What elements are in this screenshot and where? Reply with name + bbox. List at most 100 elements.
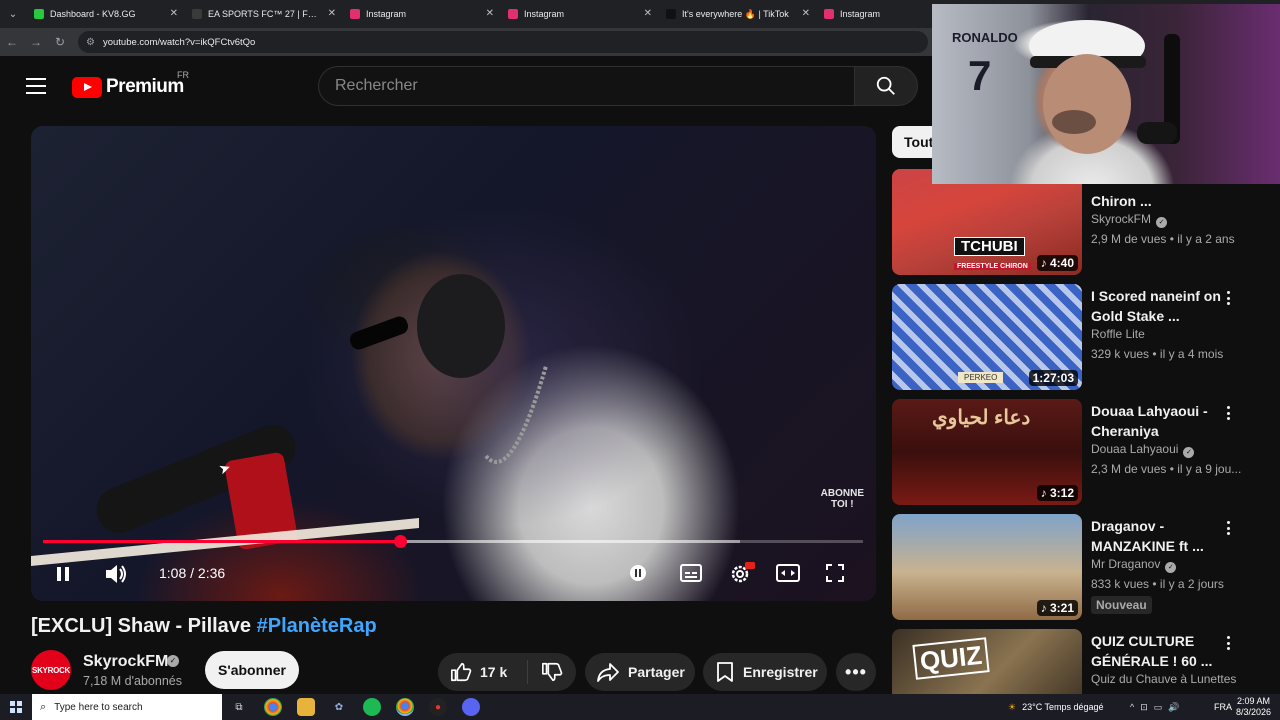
search-button[interactable] <box>854 66 918 106</box>
system-tray-icons[interactable]: ^⊡▭🔊 <box>1130 694 1185 720</box>
like-button[interactable]: 17 k <box>438 660 528 684</box>
tab-close-icon[interactable]: ✕ <box>170 8 178 19</box>
spotify-icon[interactable] <box>363 698 381 716</box>
task-view-icon[interactable]: ⧉ <box>230 698 248 716</box>
browser-tab[interactable]: Dashboard - KV8.GG ✕ <box>26 0 184 28</box>
tab-close-icon[interactable]: ✕ <box>486 8 494 19</box>
recommendation-item[interactable]: ♪ 3:21 Draganov - MANZAKINE ft ... Mr Drag… <box>892 514 1272 622</box>
recommendation-title[interactable]: Draganov - MANZAKINE ft ... <box>1091 516 1225 556</box>
recommendation-title[interactable]: Chiron ... <box>1091 191 1225 211</box>
recommendation-channel[interactable]: Roffle Lite <box>1091 327 1145 341</box>
chrome-active-icon[interactable] <box>396 698 414 716</box>
tab-close-icon[interactable]: ✕ <box>802 8 810 19</box>
recommendation-channel[interactable]: SkyrockFM ✓ <box>1091 212 1167 228</box>
share-button[interactable]: Partager <box>585 653 695 691</box>
language-indicator[interactable]: FRA <box>1214 694 1232 720</box>
recommendation-meta: 2,9 M de vues • il y a 2 ans <box>1091 232 1235 246</box>
youtube-play-icon <box>72 76 102 98</box>
site-info-icon[interactable]: ⚙ <box>86 37 95 48</box>
duration-badge: 1:27:03 <box>1028 370 1078 386</box>
webcam-mic-head-shape <box>1137 122 1177 144</box>
file-explorer-icon[interactable] <box>297 698 315 716</box>
discord-icon[interactable] <box>462 698 480 716</box>
tab-search-menu-icon[interactable]: ⌄ <box>0 0 26 28</box>
recommendation-thumbnail[interactable]: ♪ 3:21 <box>892 514 1082 620</box>
volume-button[interactable] <box>103 562 129 586</box>
tab-close-icon[interactable]: ✕ <box>644 8 652 19</box>
recommendation-thumbnail[interactable]: TCHUBI FREESTYLE CHIRON ♪ 4:40 <box>892 169 1082 275</box>
search-input[interactable] <box>335 77 854 95</box>
taskbar-search-icon: ⌕ <box>40 700 47 713</box>
recommendation-thumbnail[interactable]: دعاء لحياوي ♪ 3:12 <box>892 399 1082 505</box>
autoplay-icon <box>630 565 646 581</box>
tab-favicon-icon <box>350 9 360 19</box>
tab-title: It's everywhere 🔥 | TikTok <box>682 8 789 19</box>
weather-widget[interactable]: ☀ 23°C Temps dégagé <box>1008 694 1104 720</box>
windows-start-icon[interactable] <box>10 701 22 713</box>
theater-mode-button[interactable] <box>775 562 801 584</box>
autoplay-toggle[interactable] <box>628 563 648 583</box>
reload-icon[interactable]: ↻ <box>48 35 72 49</box>
taskbar-search-box[interactable]: ⌕ Type here to search <box>32 694 222 720</box>
gear-icon <box>731 562 755 583</box>
progress-bar[interactable] <box>43 535 863 548</box>
browser-tab[interactable]: EA SPORTS FC™ 27 | FUT Deep ✕ <box>184 0 342 28</box>
video-frame <box>31 274 548 566</box>
video-player[interactable]: ABONNE TOI ! ➤ 1:08 / 2:36 <box>31 126 876 601</box>
verified-icon: ✓ <box>1183 447 1195 458</box>
recommendation-thumbnail[interactable]: PERKEO 1:27:03 <box>892 284 1082 390</box>
save-button[interactable]: Enregistrer <box>703 653 827 691</box>
more-vert-icon[interactable] <box>1223 518 1233 538</box>
fullscreen-button[interactable] <box>823 561 847 585</box>
music-note-icon: ♪ <box>1040 256 1050 270</box>
recommendation-item[interactable]: دعاء لحياوي ♪ 3:12 Douaa Lahyaoui - Cheran… <box>892 399 1272 507</box>
more-actions-button[interactable]: ••• <box>836 653 876 691</box>
recommendation-channel[interactable]: Mr Draganov ✓ <box>1091 557 1177 573</box>
settings-button[interactable] <box>727 560 757 586</box>
thumbnail-subtext: FREESTYLE CHIRON <box>954 263 1031 270</box>
menu-icon[interactable] <box>26 78 46 94</box>
chrome-icon[interactable] <box>264 698 282 716</box>
more-vert-icon[interactable] <box>1223 633 1233 653</box>
chain-shape <box>484 365 548 464</box>
app-icon[interactable]: ✿ <box>330 698 348 716</box>
jersey-name: RONALDO <box>952 30 1018 45</box>
recommendation-meta: 833 k vues • il y a 2 jours <box>1091 577 1224 591</box>
subtitles-button[interactable] <box>679 562 703 584</box>
channel-avatar[interactable]: SKYROCK <box>31 650 71 690</box>
recommendation-channel[interactable]: Douaa Lahyaoui ✓ <box>1091 442 1195 458</box>
back-icon[interactable]: ← <box>0 35 24 49</box>
clock[interactable]: 2:09 AM 8/3/2026 <box>1236 694 1271 720</box>
tab-close-icon[interactable]: ✕ <box>328 8 336 19</box>
channel-text: Quiz du Chauve à Lunettes <box>1091 672 1237 686</box>
verified-icon: ✓ <box>1156 217 1167 228</box>
recommendation-channel[interactable]: Quiz du Chauve à Lunettes <box>1091 672 1236 686</box>
dislike-button[interactable] <box>528 661 576 683</box>
browser-tab[interactable]: Instagram ✕ <box>342 0 500 28</box>
bookmark-icon <box>717 662 733 682</box>
recommendation-title[interactable]: Douaa Lahyaoui - Cheraniya [Official... <box>1091 401 1225 441</box>
recommendation-title[interactable]: I Scored naneinf on Gold Stake ... <box>1091 286 1225 326</box>
tab-title: Dashboard - KV8.GG <box>50 9 136 19</box>
more-vert-icon[interactable] <box>1223 288 1233 308</box>
clock-date: 8/3/2026 <box>1236 707 1272 717</box>
address-bar[interactable]: ⚙ youtube.com/watch?v=ikQFCtv6tQo <box>78 31 928 53</box>
progress-scrubber[interactable] <box>393 535 407 548</box>
forward-icon[interactable]: → <box>24 35 48 49</box>
browser-tab[interactable]: Instagram ✕ <box>500 0 658 28</box>
recommendation-title[interactable]: QUIZ CULTURE GÉNÉRALE ! 60 ... <box>1091 631 1225 671</box>
tab-favicon-icon <box>192 9 202 19</box>
recommendation-item[interactable]: TCHUBI FREESTYLE CHIRON ♪ 4:40 Chiron ... Sk… <box>892 169 1272 277</box>
pause-button[interactable] <box>51 562 75 586</box>
duration-text: 3:21 <box>1049 601 1074 615</box>
video-hashtag-link[interactable]: #PlanèteRap <box>257 615 377 637</box>
subscribe-button[interactable]: S'abonner <box>205 651 299 689</box>
channel-name[interactable]: SkyrockFM <box>83 653 168 671</box>
more-vert-icon[interactable] <box>1223 403 1233 423</box>
recommendation-item[interactable]: PERKEO 1:27:03 I Scored naneinf on Gold St… <box>892 284 1272 392</box>
browser-tab[interactable]: It's everywhere 🔥 | TikTok ✕ <box>658 0 816 28</box>
tab-title: EA SPORTS FC™ 27 | FUT Deep <box>208 9 320 19</box>
recommendation-meta: 329 k vues • il y a 4 mois <box>1091 347 1224 361</box>
youtube-premium-logo[interactable]: Premium <box>72 76 184 98</box>
app-icon-2[interactable]: ● <box>429 698 447 716</box>
